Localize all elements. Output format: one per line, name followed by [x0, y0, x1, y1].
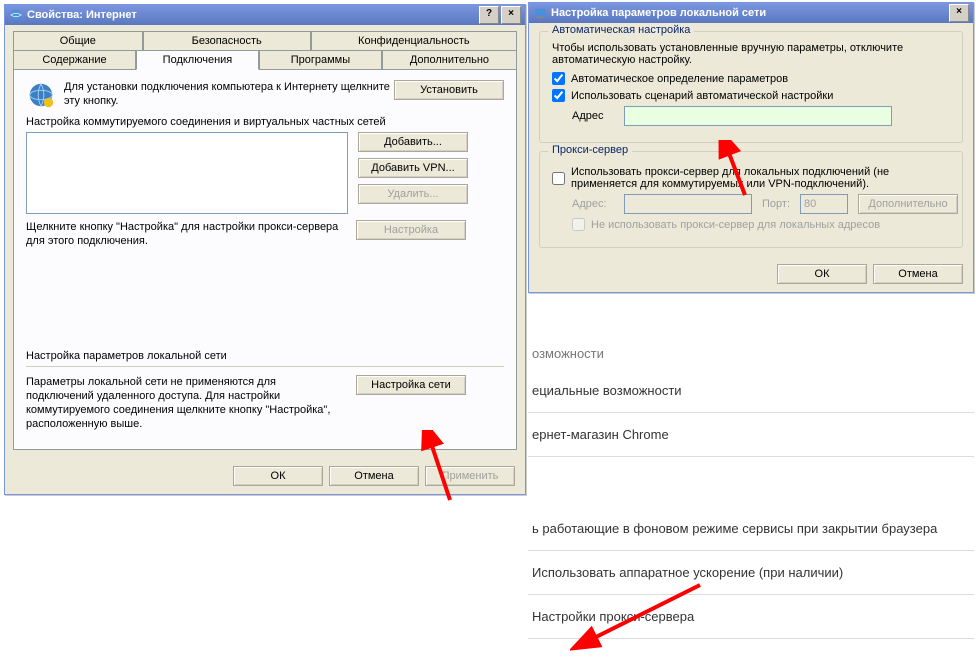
chrome-section-heading: озможности: [528, 336, 974, 369]
proxy-address-label: Адрес:: [572, 198, 616, 210]
settings-hint: Щелкните кнопку "Настройка" для настройк…: [26, 220, 346, 248]
internet-properties-window: Свойства: Интернет ? × Общие Безопасност…: [4, 4, 526, 495]
titlebar[interactable]: Настройка параметров локальной сети ×: [529, 3, 973, 23]
chrome-settings-panel: озможности ециальные возможности ернет-м…: [528, 336, 974, 639]
add-vpn-button[interactable]: Добавить VPN...: [358, 158, 468, 178]
group-title: Прокси-сервер: [548, 144, 632, 156]
cancel-button[interactable]: Отмена: [873, 264, 963, 284]
chrome-item-accessibility[interactable]: ециальные возможности: [528, 369, 974, 413]
tab-content-area: Для установки подключения компьютера к И…: [13, 69, 517, 450]
lan-text: Параметры локальной сети не применяются …: [26, 375, 346, 431]
proxy-port-label: Порт:: [762, 198, 792, 210]
install-text: Для установки подключения компьютера к И…: [64, 80, 394, 108]
bypass-local-checkbox: [572, 218, 585, 231]
proxy-port-input: [800, 194, 848, 214]
tab-connections[interactable]: Подключения: [136, 50, 259, 70]
chrome-item-background[interactable]: ь работающие в фоновом режиме сервисы пр…: [528, 507, 974, 551]
dial-section-label: Настройка коммутируемого соединения и ви…: [26, 116, 504, 128]
window-icon: [533, 6, 547, 20]
tab-advanced[interactable]: Дополнительно: [382, 50, 517, 69]
use-proxy-label: Использовать прокси-сервер для локальных…: [571, 166, 950, 190]
connection-settings-button[interactable]: Настройка: [356, 220, 466, 240]
lan-section-label: Настройка параметров локальной сети: [26, 350, 504, 362]
tabs: Общие Безопасность Конфиденциальность Со…: [5, 25, 525, 69]
group-title: Автоматическая настройка: [548, 24, 694, 36]
bypass-local-label: Не использовать прокси-сервер для локаль…: [591, 219, 880, 231]
tab-general[interactable]: Общие: [13, 31, 143, 50]
tab-content[interactable]: Содержание: [13, 50, 136, 69]
lan-settings-button[interactable]: Настройка сети: [356, 375, 466, 395]
auto-config-text: Чтобы использовать установленные вручную…: [552, 42, 950, 66]
tab-privacy[interactable]: Конфиденциальность: [311, 31, 517, 50]
proxy-group: Прокси-сервер Использовать прокси-сервер…: [539, 151, 963, 248]
apply-button[interactable]: Применить: [425, 466, 515, 486]
close-button[interactable]: ×: [501, 6, 521, 24]
tab-security[interactable]: Безопасность: [143, 31, 311, 50]
install-button[interactable]: Установить: [394, 80, 504, 100]
titlebar[interactable]: Свойства: Интернет ? ×: [5, 5, 525, 25]
connections-listbox[interactable]: [26, 132, 348, 214]
auto-script-checkbox[interactable]: [552, 89, 565, 102]
chrome-item-proxy[interactable]: Настройки прокси-сервера: [528, 595, 974, 639]
remove-button[interactable]: Удалить...: [358, 184, 468, 204]
help-button[interactable]: ?: [479, 6, 499, 24]
ok-button[interactable]: ОК: [233, 466, 323, 486]
proxy-address-input: [624, 194, 752, 214]
dialog-buttons: ОК Отмена: [529, 256, 973, 292]
chrome-item-webstore[interactable]: ернет-магазин Chrome: [528, 413, 974, 457]
auto-script-label: Использовать сценарий автоматической нас…: [571, 90, 833, 102]
use-proxy-checkbox[interactable]: [552, 172, 565, 185]
close-button[interactable]: ×: [949, 4, 969, 22]
ok-button[interactable]: ОК: [777, 264, 867, 284]
auto-config-group: Автоматическая настройка Чтобы использов…: [539, 31, 963, 143]
add-button[interactable]: Добавить...: [358, 132, 468, 152]
auto-detect-checkbox[interactable]: [552, 72, 565, 85]
cancel-button[interactable]: Отмена: [329, 466, 419, 486]
address-label: Адрес: [572, 110, 616, 122]
tab-programs[interactable]: Программы: [259, 50, 382, 69]
proxy-advanced-button: Дополнительно: [858, 194, 958, 214]
chrome-item-hwaccel[interactable]: Использовать аппаратное ускорение (при н…: [528, 551, 974, 595]
window-title: Свойства: Интернет: [27, 9, 137, 21]
window-icon: [9, 8, 23, 22]
globe-icon: [26, 80, 56, 110]
dialog-buttons: ОК Отмена Применить: [5, 458, 525, 494]
window-title: Настройка параметров локальной сети: [551, 7, 766, 19]
script-address-input[interactable]: [624, 106, 892, 126]
lan-settings-window: Настройка параметров локальной сети × Ав…: [528, 2, 974, 293]
auto-detect-label: Автоматическое определение параметров: [571, 73, 788, 85]
